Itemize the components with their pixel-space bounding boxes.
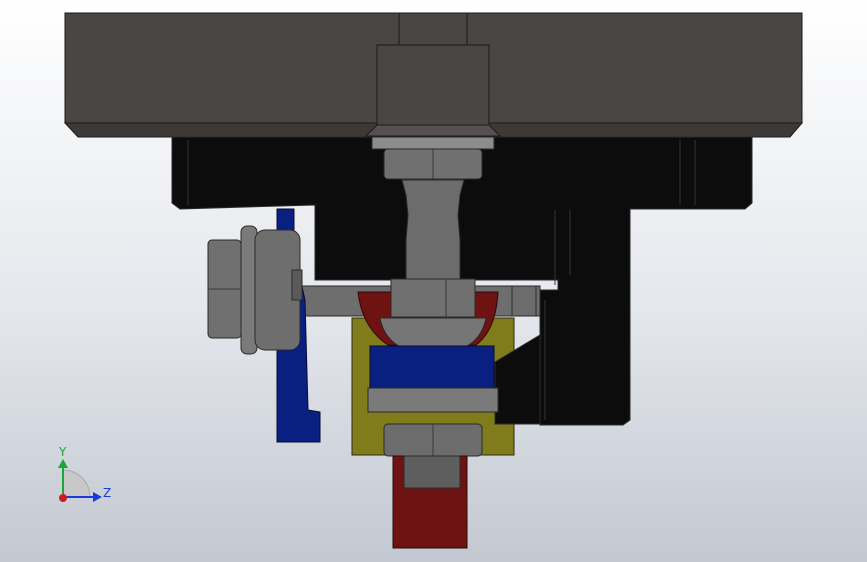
z-axis-arrow [93,492,102,502]
right-rod-cap[interactable] [511,285,537,317]
red-lower-post[interactable] [392,455,468,549]
upper-hex-nut[interactable] [383,148,483,180]
view-triad: Y Z [58,445,111,502]
blue-insert[interactable] [369,345,495,389]
lower-hex-nut[interactable] [383,423,483,457]
top-shaft[interactable] [398,12,468,46]
shaft-neck[interactable] [401,179,465,281]
triad-origin [59,494,67,502]
y-axis-arrow [58,459,68,468]
y-axis-label: Y [58,445,67,459]
left-hex-nut[interactable] [207,239,242,339]
triad-plane [62,469,91,498]
middle-hex-nut[interactable] [390,278,476,318]
z-axis-label: Z [103,486,111,500]
center-hub[interactable] [364,44,502,137]
upper-washer[interactable] [371,136,495,150]
cad-viewport[interactable]: Y Z [0,0,867,562]
left-cap-fitting[interactable] [240,225,303,355]
flat-washer[interactable] [367,387,499,413]
